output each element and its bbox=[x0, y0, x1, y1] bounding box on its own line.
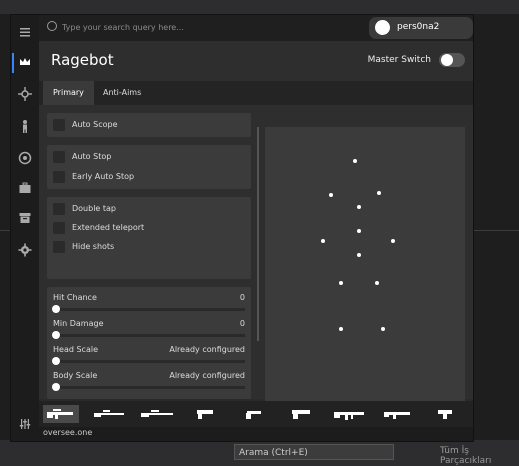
min-damage-knob[interactable] bbox=[52, 331, 60, 339]
deagle-icon[interactable] bbox=[283, 405, 319, 423]
smg-icon[interactable] bbox=[379, 405, 415, 423]
search-placeholder[interactable]: Type your search query here... bbox=[62, 23, 184, 32]
extended-teleport-checkbox[interactable] bbox=[53, 222, 65, 234]
weapon-bar bbox=[39, 401, 473, 427]
auto-stop-label: Auto Stop bbox=[72, 152, 112, 161]
body-scale-label: Body Scale bbox=[53, 371, 98, 380]
crosshair-icon[interactable] bbox=[17, 87, 33, 103]
ide-threads-tab[interactable]: Tüm İş Parçacıkları bbox=[440, 446, 519, 466]
pistol-icon[interactable] bbox=[187, 405, 223, 423]
avatar bbox=[375, 20, 390, 35]
cheat-menu-window: Type your search query here... pers0na2 … bbox=[10, 14, 474, 442]
head-scale-label: Head Scale bbox=[53, 345, 98, 354]
double-tap-checkbox[interactable] bbox=[53, 203, 65, 215]
scrollbar[interactable] bbox=[257, 127, 259, 341]
menu-icon[interactable] bbox=[17, 25, 33, 41]
person-icon[interactable] bbox=[17, 119, 33, 135]
auto-scope-label: Auto Scope bbox=[72, 120, 118, 129]
panel-exploits: Double tap Extended teleport Hide shots bbox=[47, 197, 251, 279]
sliders-icon[interactable] bbox=[17, 417, 33, 433]
globe-icon[interactable] bbox=[17, 151, 33, 167]
body-scale-slider[interactable] bbox=[53, 386, 245, 389]
brand-label: oversee.one bbox=[43, 428, 93, 437]
head-scale-value: Already configured bbox=[169, 345, 245, 354]
master-switch-toggle[interactable] bbox=[439, 53, 465, 67]
hit-chance-knob[interactable] bbox=[52, 305, 60, 313]
taser-icon[interactable] bbox=[427, 405, 463, 423]
page-header: Ragebot Master Switch bbox=[39, 41, 473, 81]
min-damage-value: 0 bbox=[239, 319, 245, 328]
hitbox-point[interactable] bbox=[339, 281, 343, 285]
hit-chance-label: Hit Chance bbox=[53, 293, 97, 302]
min-damage-label: Min Damage bbox=[53, 319, 104, 328]
master-switch-label: Master Switch bbox=[367, 55, 431, 65]
body-scale-knob[interactable] bbox=[52, 383, 60, 391]
hitbox-point[interactable] bbox=[357, 253, 361, 257]
toggle-knob bbox=[441, 54, 453, 66]
early-auto-stop-label: Early Auto Stop bbox=[72, 172, 135, 181]
panel-auto-scope: Auto Scope bbox=[47, 113, 251, 137]
early-auto-stop-checkbox[interactable] bbox=[53, 171, 65, 183]
top-bar: Type your search query here... pers0na2 bbox=[39, 15, 473, 41]
hitbox-point[interactable] bbox=[381, 327, 385, 331]
auto-sniper-icon[interactable] bbox=[43, 405, 79, 423]
hitbox-point[interactable] bbox=[391, 239, 395, 243]
hitbox-point[interactable] bbox=[357, 229, 361, 233]
sidebar bbox=[11, 15, 39, 441]
body-scale-value: Already configured bbox=[169, 371, 245, 380]
page-title: Ragebot bbox=[51, 51, 114, 69]
auto-scope-checkbox[interactable] bbox=[53, 119, 65, 131]
double-tap-label: Double tap bbox=[72, 204, 117, 213]
ide-top-strip bbox=[0, 0, 519, 14]
hide-shots-label: Hide shots bbox=[72, 242, 115, 251]
scout-icon[interactable] bbox=[91, 405, 127, 423]
archive-icon[interactable] bbox=[17, 211, 33, 227]
hitbox-point[interactable] bbox=[353, 159, 357, 163]
panel-auto-stop: Auto Stop Early Auto Stop bbox=[47, 145, 251, 189]
hitbox-point[interactable] bbox=[339, 327, 343, 331]
head-scale-knob[interactable] bbox=[52, 357, 60, 365]
hitbox-point[interactable] bbox=[357, 205, 361, 209]
gear-icon[interactable] bbox=[17, 243, 33, 259]
briefcase-icon[interactable] bbox=[17, 181, 33, 197]
awp-icon[interactable] bbox=[139, 405, 175, 423]
head-scale-slider[interactable] bbox=[53, 360, 245, 363]
tab-bar: Primary Anti-Aims bbox=[39, 81, 473, 105]
content-area: Auto Scope Auto Stop Early Auto Stop Dou… bbox=[39, 105, 473, 401]
search-bar[interactable]: Type your search query here... bbox=[47, 21, 184, 32]
user-badge[interactable]: pers0na2 bbox=[369, 17, 473, 39]
revolver-icon[interactable] bbox=[235, 405, 271, 423]
tab-primary[interactable]: Primary bbox=[43, 81, 94, 105]
extended-teleport-label: Extended teleport bbox=[72, 223, 145, 232]
hitbox-point[interactable] bbox=[329, 193, 333, 197]
ide-search-box[interactable]: Arama (Ctrl+E) bbox=[234, 444, 394, 460]
hit-chance-slider[interactable] bbox=[53, 308, 245, 311]
crown-icon[interactable] bbox=[17, 55, 33, 71]
panel-sliders: Hit Chance 0 Min Damage 0 Head Scale Alr… bbox=[47, 287, 251, 399]
hitbox-preview bbox=[265, 127, 465, 401]
footer: oversee.one bbox=[39, 427, 473, 441]
hide-shots-checkbox[interactable] bbox=[53, 241, 65, 253]
username: pers0na2 bbox=[397, 22, 440, 32]
hit-chance-value: 0 bbox=[239, 293, 245, 302]
hitbox-point[interactable] bbox=[321, 239, 325, 243]
tab-anti-aims[interactable]: Anti-Aims bbox=[93, 81, 151, 105]
hitbox-point[interactable] bbox=[375, 281, 379, 285]
hitbox-point[interactable] bbox=[377, 191, 381, 195]
auto-stop-checkbox[interactable] bbox=[53, 151, 65, 163]
search-icon bbox=[47, 21, 57, 31]
rifle-icon[interactable] bbox=[331, 405, 367, 423]
min-damage-slider[interactable] bbox=[53, 334, 245, 337]
sidebar-active-indicator bbox=[12, 53, 14, 73]
